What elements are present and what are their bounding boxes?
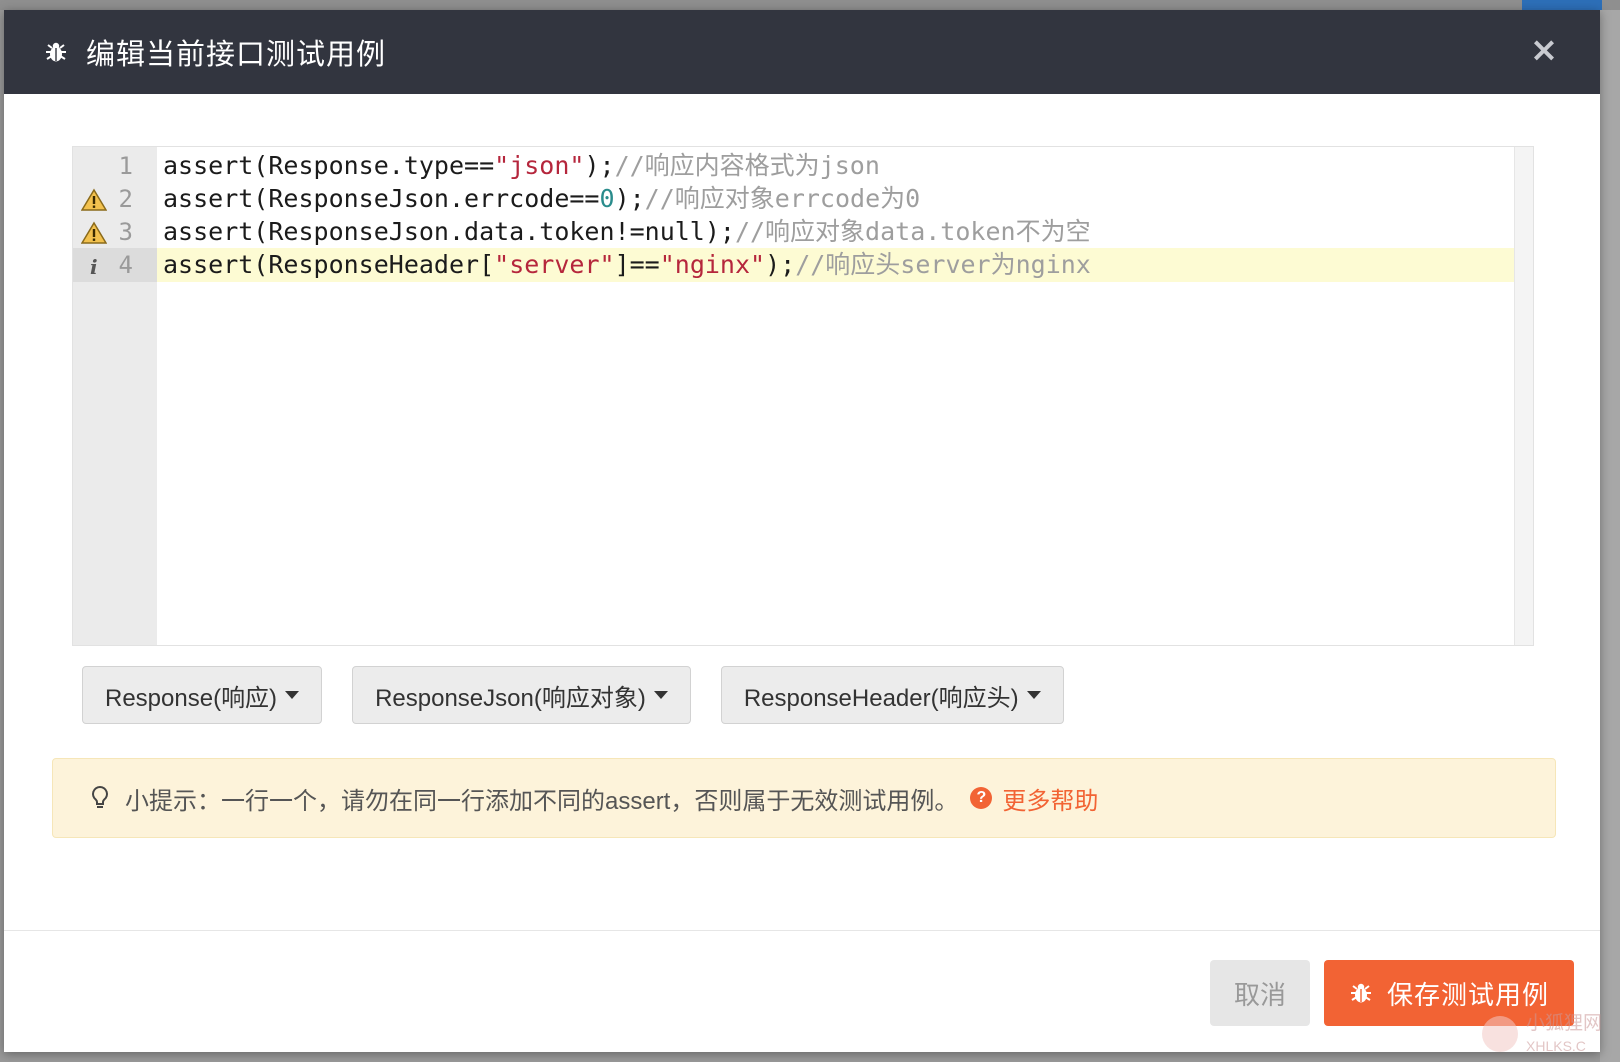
code-token: ]== [614,250,660,279]
bug-icon [1350,983,1371,1003]
gutter-line: 1 [73,149,157,183]
footer-divider [4,930,1600,931]
code-token: "server" [494,250,615,279]
code-token: "nginx" [659,250,766,279]
response-dropdown-label: Response(响应) [105,684,278,712]
edit-testcase-dialog: 编辑当前接口测试用例 × 1 2 3i4 assert(Response.type=… [4,10,1600,1052]
more-help-link[interactable]: 更多帮助 [1002,781,1098,816]
code-token: assert(ResponseJson.data.token!=null); [163,217,735,246]
tip-banner: 小提示：一行一个，请勿在同一行添加不同的assert，否则属于无效测试用例。 ?… [52,758,1556,838]
info-icon[interactable]: i [81,253,107,279]
gutter-line: 2 [73,182,157,216]
code-line[interactable]: assert(ResponseJson.errcode==0);//响应对象er… [157,182,1515,216]
gutter-line: 3 [73,215,157,249]
code-token: ); [765,250,796,279]
backdrop-top [0,0,1620,10]
line-number: 3 [118,218,133,246]
caret-down-icon [1026,691,1041,699]
backdrop-right [1600,10,1620,1062]
response-dropdown[interactable]: Response(响应) [82,666,323,724]
editor-scrollbar[interactable] [1514,147,1533,645]
code-editor[interactable]: 123i4 assert(Response.type=="json");//响应… [72,146,1534,646]
code-token: //响应对象errcode为0 [644,184,921,213]
svg-text:i: i [90,255,98,278]
cancel-button[interactable]: 取消 [1210,960,1310,1026]
warning-icon[interactable] [80,187,108,211]
code-token: //响应对象data.token不为空 [734,217,1091,246]
code-token: ); [584,151,615,180]
fox-logo-icon [1482,1016,1518,1052]
line-number: 2 [118,185,133,213]
question-circle-icon: ? [970,787,993,809]
tip-text: 小提示：一行一个，请勿在同一行添加不同的assert，否则属于无效测试用例。 [125,787,959,815]
code-line[interactable]: assert(Response.type=="json");//响应内容格式为j… [157,149,1515,183]
response-header-dropdown-label: ResponseHeader(响应头) [743,684,1019,712]
code-token: ); [614,184,645,213]
response-json-dropdown-label: ResponseJson(响应对象) [375,684,646,712]
close-icon[interactable]: × [1526,32,1562,68]
backdrop-button-edge [1522,0,1602,10]
line-number: 4 [118,251,133,279]
response-json-dropdown[interactable]: ResponseJson(响应对象) [352,666,691,724]
code-token: assert(ResponseHeader[ [163,250,495,279]
lightbulb-icon [92,785,108,808]
code-line[interactable]: assert(ResponseJson.data.token!=null);//… [157,215,1515,249]
watermark-domain: XHLKS.C [1526,1038,1586,1054]
code-line[interactable]: assert(ResponseHeader["server"]=="nginx"… [157,248,1515,282]
warning-icon[interactable] [80,220,108,244]
dialog-header: 编辑当前接口测试用例 × [4,10,1600,94]
code-token: //响应头server为nginx [795,250,1091,279]
code-token: "json" [494,151,585,180]
code-token: //响应内容格式为json [614,151,880,180]
snippet-dropdowns: Response(响应) ResponseJson(响应对象) Response… [82,666,1094,724]
site-watermark: 小狐狸网 XHLKS.C [1482,1012,1602,1056]
response-header-dropdown[interactable]: ResponseHeader(响应头) [720,666,1064,724]
line-gutter: 1 2 3i4 [73,147,157,645]
watermark-text: 小狐狸网 [1526,1013,1603,1034]
dialog-title: 编辑当前接口测试用例 [86,39,387,71]
caret-down-icon [653,691,668,699]
gutter-line: i4 [73,248,157,282]
code-token: 0 [599,184,615,213]
code-token: assert(ResponseJson.errcode== [163,184,600,213]
save-button-label: 保存测试用例 [1386,979,1549,1010]
line-number: 1 [118,152,133,180]
bug-icon [46,42,66,62]
caret-down-icon [285,691,300,699]
code-area[interactable]: assert(Response.type=="json");//响应内容格式为j… [157,147,1515,645]
code-token: assert(Response.type== [163,151,495,180]
